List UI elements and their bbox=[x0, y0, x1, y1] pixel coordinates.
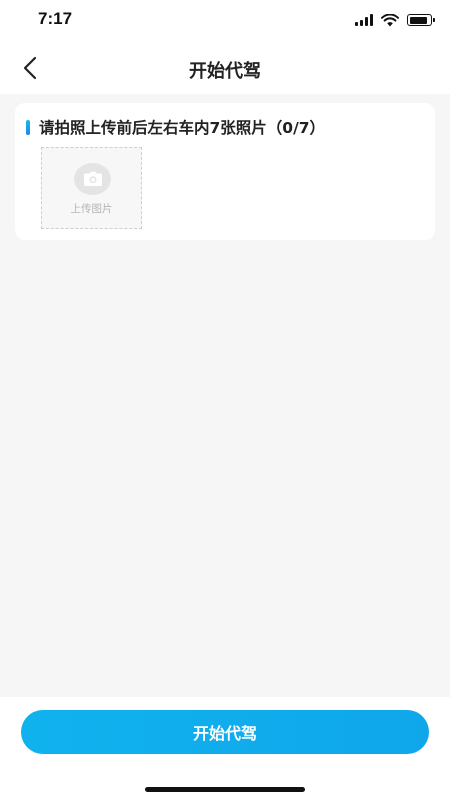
wifi-icon bbox=[381, 13, 399, 26]
home-indicator bbox=[145, 787, 305, 792]
photo-upload-card: 请拍照上传前后左右车内7张照片（0/7） 上传图片 bbox=[15, 103, 435, 240]
photo-instruction-title: 请拍照上传前后左右车内7张照片（0/7） bbox=[39, 119, 326, 137]
camera-icon bbox=[83, 171, 102, 186]
upload-photo-button[interactable]: 上传图片 bbox=[41, 147, 142, 229]
battery-level bbox=[409, 16, 428, 24]
camera-icon-circle bbox=[74, 163, 111, 195]
bottom-action-area: 开始代驾 bbox=[0, 697, 450, 800]
upload-photo-label: 上传图片 bbox=[70, 203, 113, 215]
title-accent-bar bbox=[26, 119, 30, 135]
signal-icon bbox=[355, 14, 373, 26]
status-icons bbox=[355, 12, 435, 28]
nav-bar: 开始代驾 bbox=[0, 44, 450, 94]
page-title: 开始代驾 bbox=[189, 61, 261, 82]
status-bar: 7:17 bbox=[0, 0, 450, 44]
battery-icon bbox=[407, 14, 435, 26]
start-driving-screen: 7:17 开始代驾 请拍照上传前后左右车内7张照片（0/7） 上传图片 开始代驾 bbox=[0, 0, 450, 800]
start-driving-button[interactable]: 开始代驾 bbox=[21, 710, 429, 754]
card-title-row: 请拍照上传前后左右车内7张照片（0/7） bbox=[26, 116, 325, 138]
status-time: 7:17 bbox=[38, 9, 73, 28]
